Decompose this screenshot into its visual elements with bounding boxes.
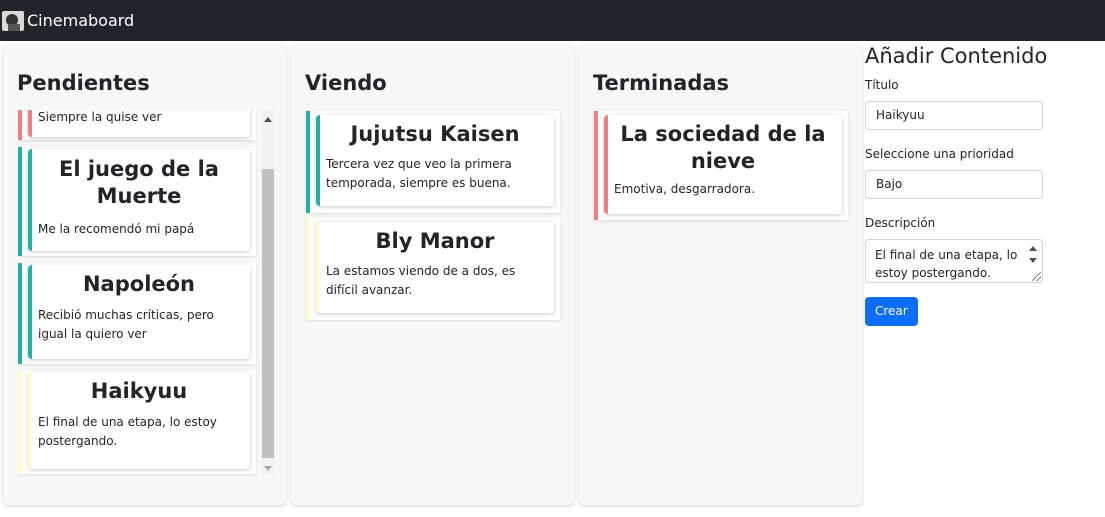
card-text: El final de una etapa, lo estoy posterga…	[38, 415, 217, 448]
brand-name[interactable]: Cinemaboard	[27, 11, 134, 30]
card-text: Emotiva, desgarradora.	[614, 182, 756, 196]
priority-bar	[18, 110, 22, 140]
priority-bar	[306, 111, 310, 213]
card-text: Tercera vez que veo la primera temporada…	[326, 157, 512, 190]
card-title: La sociedad de la nieve	[620, 122, 826, 173]
card[interactable]: El juego de la Muerte Me la recomendó mi…	[28, 149, 250, 251]
priority-bar	[18, 263, 22, 364]
scroll-up-arrow-icon[interactable]	[264, 117, 272, 122]
navbar: Cinemaboard	[0, 0, 1105, 41]
create-button[interactable]: Crear	[865, 297, 918, 326]
column-viendo: Viendo Jujutsu Kaisen Tercera vez que ve…	[291, 45, 574, 505]
card-row: Bly Manor La estamos viendo de a dos, es…	[306, 218, 560, 320]
priority-label: Seleccione una prioridad	[865, 147, 1014, 161]
card-title: Napoleón	[82, 272, 196, 296]
scroll-down-arrow-icon[interactable]	[264, 466, 272, 471]
column-title: Viendo	[305, 71, 387, 95]
scrollbar-thumb[interactable]	[262, 169, 274, 458]
card[interactable]: Siempre la quise ver	[28, 110, 250, 137]
card-text: Siempre la quise ver	[38, 110, 162, 124]
description-textarea[interactable]: El final de una etapa, lo estoy posterga…	[865, 239, 1043, 283]
description-text: El final de una etapa, lo estoy posterga…	[875, 248, 1018, 280]
card[interactable]: Napoleón Recibió muchas críticas, pero i…	[28, 265, 250, 359]
title-input[interactable]: Haikyuu	[865, 101, 1043, 130]
column-pendientes: Pendientes Siempre la quise ver El juego…	[3, 45, 286, 505]
priority-select[interactable]: Bajo	[865, 170, 1043, 199]
priority-bar	[18, 370, 22, 474]
card-list[interactable]: Siempre la quise ver El juego de la Muer…	[18, 110, 275, 517]
card[interactable]: Jujutsu Kaisen Tercera vez que veo la pr…	[316, 115, 554, 206]
card[interactable]: Bly Manor La estamos viendo de a dos, es…	[316, 222, 554, 313]
priority-bar	[18, 147, 22, 256]
card-row: El juego de la Muerte Me la recomendó mi…	[18, 147, 256, 256]
card-text: Me la recomendó mi papá	[38, 222, 195, 236]
card-row: Haikyuu El final de una etapa, lo estoy …	[18, 370, 256, 474]
card-row: Jujutsu Kaisen Tercera vez que veo la pr…	[306, 111, 560, 213]
film-avatar-icon[interactable]	[2, 10, 24, 31]
card-row: Siempre la quise ver	[18, 110, 256, 140]
card-title: Bly Manor	[375, 229, 495, 253]
card-title: El juego de la Muerte	[59, 157, 219, 208]
priority-bar	[306, 218, 310, 320]
card[interactable]: Haikyuu El final de una etapa, lo estoy …	[28, 372, 250, 469]
card[interactable]: La sociedad de la nieve Emotiva, desgarr…	[604, 115, 842, 214]
resize-handle-icon[interactable]	[1032, 272, 1041, 281]
form-heading: Añadir Contenido	[865, 44, 1048, 68]
textarea-scroll-down-icon[interactable]	[1029, 258, 1037, 263]
column-title: Terminadas	[593, 71, 730, 95]
add-content-form: Añadir Contenido Título Haikyuu Seleccio…	[865, 44, 1095, 326]
card-text: Recibió muchas críticas, pero igual la q…	[38, 308, 214, 341]
title-label: Título	[865, 78, 899, 92]
card-text: La estamos viendo de a dos, es difícil a…	[326, 264, 516, 297]
priority-bar	[594, 111, 598, 220]
card-row: La sociedad de la nieve Emotiva, desgarr…	[594, 111, 848, 220]
column-terminadas: Terminadas La sociedad de la nieve Emoti…	[579, 45, 862, 505]
card-row: Napoleón Recibió muchas críticas, pero i…	[18, 263, 256, 364]
column-title: Pendientes	[17, 71, 150, 95]
card-title: Jujutsu Kaisen	[350, 122, 520, 146]
scrollbar[interactable]	[261, 110, 275, 474]
description-label: Descripción	[865, 216, 936, 230]
textarea-scroll-up-icon[interactable]	[1029, 246, 1037, 251]
card-title: Haikyuu	[90, 379, 188, 403]
